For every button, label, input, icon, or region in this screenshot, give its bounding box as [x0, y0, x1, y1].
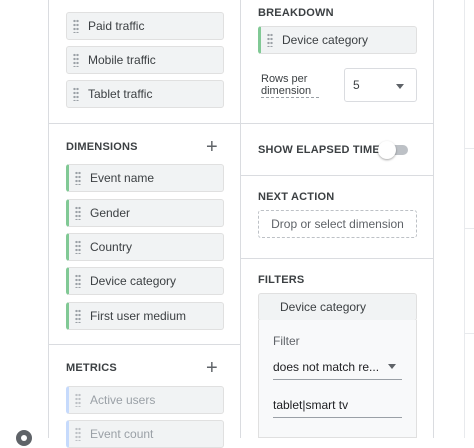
drag-handle-icon[interactable] [73, 87, 79, 101]
segment-chip-mobile-traffic[interactable]: Mobile traffic [66, 46, 224, 74]
next-action-dropzone[interactable]: Drop or select dimension [258, 210, 417, 238]
left-sidebar-area [0, 0, 48, 438]
filter-chip-label: Device category [280, 300, 367, 314]
filters-title: FILTERS [258, 274, 305, 286]
report-canvas-edge [434, 0, 474, 438]
dimension-label: First user medium [90, 309, 187, 323]
dropzone-text: Drop or select dimension [271, 217, 404, 231]
drag-handle-icon[interactable] [75, 171, 81, 185]
drag-handle-icon[interactable] [73, 53, 79, 67]
drag-handle-icon[interactable] [267, 33, 273, 47]
rows-per-dimension-label: Rows per dimension [261, 73, 319, 98]
next-action-title: NEXT ACTION [258, 191, 335, 203]
drag-handle-icon[interactable] [73, 19, 79, 33]
canvas-gridline [464, 148, 474, 149]
drag-handle-icon[interactable] [75, 427, 81, 441]
metric-label: Active users [90, 393, 156, 407]
elapsed-time-label: SHOW ELAPSED TIME [258, 144, 380, 156]
filter-label: Filter [273, 334, 300, 348]
metric-chip-active-users[interactable]: Active users [66, 386, 224, 414]
canvas-border [464, 0, 465, 438]
drag-handle-icon[interactable] [75, 240, 81, 254]
breakdown-chip-label: Device category [282, 33, 369, 47]
rows-per-dimension-select[interactable]: 5 [344, 68, 417, 102]
divider [241, 123, 434, 124]
dimension-chip-device-category[interactable]: Device category [66, 267, 224, 295]
filter-chip[interactable]: Device category [258, 293, 417, 321]
divider [241, 258, 434, 259]
dimensions-title: DIMENSIONS [66, 141, 138, 153]
segment-label: Paid traffic [88, 19, 145, 33]
filter-value-text: tablet|smart tv [273, 398, 349, 412]
filter-value-input[interactable]: tablet|smart tv [273, 393, 402, 418]
dimension-chip-event-name[interactable]: Event name [66, 164, 224, 192]
metric-chip-event-count[interactable]: Event count [66, 420, 224, 448]
dimension-label: Event name [90, 171, 155, 185]
segment-chip-tablet-traffic[interactable]: Tablet traffic [66, 80, 224, 108]
chevron-down-icon [388, 364, 396, 369]
dimension-chip-gender[interactable]: Gender [66, 199, 224, 227]
drag-handle-icon[interactable] [75, 309, 81, 323]
canvas-gridline [464, 228, 474, 229]
gear-icon[interactable] [16, 430, 32, 446]
dimension-label: Country [90, 240, 133, 254]
dimension-label: Device category [90, 274, 177, 288]
dimension-chip-first-user-medium[interactable]: First user medium [66, 302, 224, 330]
segment-label: Mobile traffic [88, 53, 156, 67]
dimension-chip-country[interactable]: Country [66, 233, 224, 261]
add-dimension-button[interactable]: + [206, 137, 218, 157]
filter-condition-value: does not match re... [273, 360, 380, 374]
drag-handle-icon[interactable] [75, 206, 81, 220]
breakdown-title: BREAKDOWN [258, 7, 334, 19]
drag-handle-icon[interactable] [75, 274, 81, 288]
divider [48, 123, 241, 124]
chevron-down-icon [396, 84, 404, 89]
rows-per-dimension-value: 5 [353, 78, 360, 92]
segment-chip-paid-traffic[interactable]: Paid traffic [66, 12, 224, 40]
divider [48, 344, 241, 345]
dimension-label: Gender [90, 206, 131, 220]
segment-label: Tablet traffic [88, 87, 153, 101]
drag-handle-icon[interactable] [75, 393, 81, 407]
metric-label: Event count [90, 427, 154, 441]
canvas-gridline [464, 333, 474, 334]
filter-condition-select[interactable]: does not match re... [273, 355, 402, 380]
breakdown-chip[interactable]: Device category [258, 26, 417, 54]
add-metric-button[interactable]: + [206, 358, 218, 378]
divider [241, 175, 434, 176]
metrics-title: METRICS [66, 362, 117, 374]
elapsed-time-toggle-thumb[interactable] [378, 141, 396, 159]
